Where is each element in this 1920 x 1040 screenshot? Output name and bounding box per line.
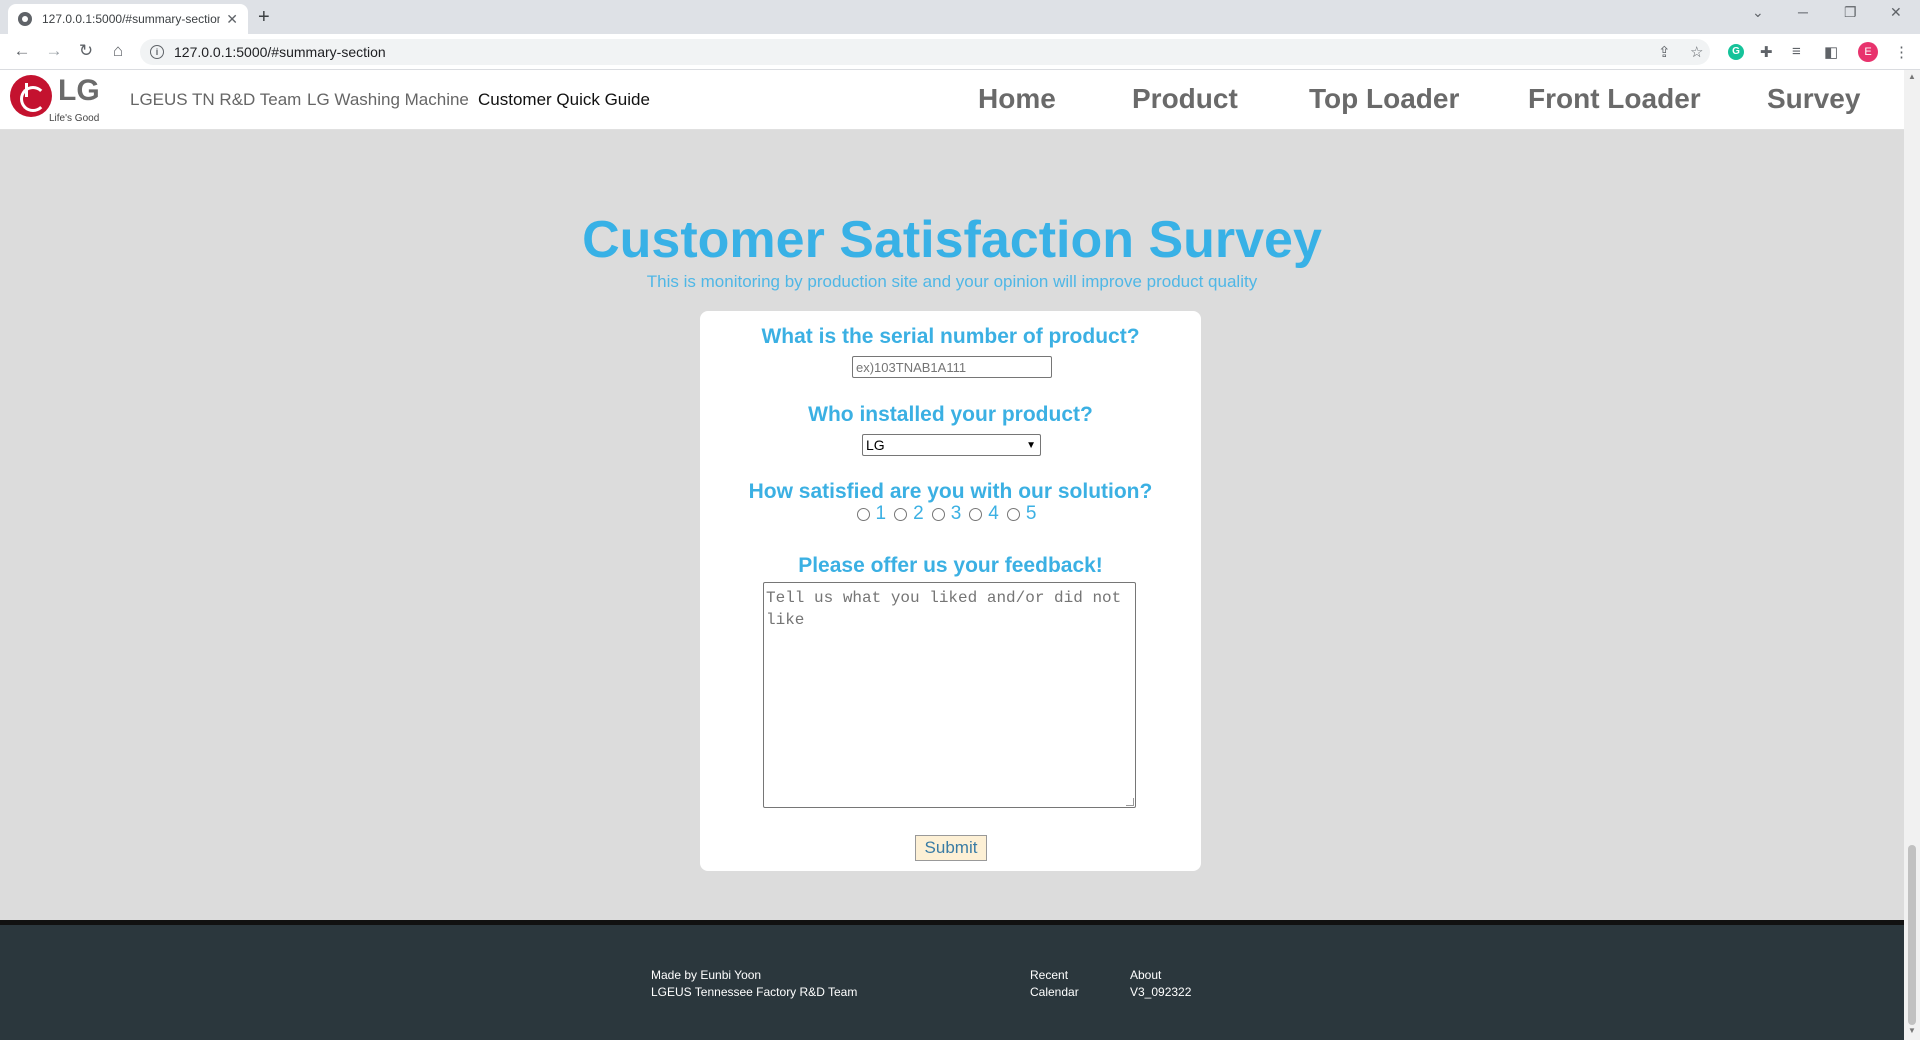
survey-form-card: What is the serial number of product? Wh…: [700, 311, 1201, 871]
restore-icon[interactable]: ❐: [1844, 4, 1857, 21]
feedback-question: Please offer us your feedback!: [798, 554, 1103, 577]
page-scrollbar[interactable]: ▲ ▼: [1904, 70, 1920, 1040]
reload-icon[interactable]: ↻: [74, 41, 98, 61]
minimize-icon[interactable]: ─: [1798, 4, 1808, 20]
rating-label: 4: [988, 503, 999, 524]
logo-tagline: Life's Good: [49, 113, 100, 124]
browser-toolbar: ← → ↻ ⌂ i 127.0.0.1:5000/#summary-sectio…: [0, 34, 1920, 70]
installer-select[interactable]: LG ▼: [862, 434, 1041, 456]
serial-number-input[interactable]: [852, 356, 1052, 378]
radio-button[interactable]: [1006, 507, 1020, 521]
submit-button[interactable]: Submit: [915, 835, 987, 861]
site-footer: Made by Eunbi Yoon LGEUS Tennessee Facto…: [0, 920, 1904, 1040]
globe-icon: [18, 12, 32, 26]
rating-label: 1: [875, 503, 887, 524]
home-icon[interactable]: ⌂: [106, 41, 130, 61]
logo-text: LG: [58, 74, 100, 107]
tab-title: 127.0.0.1:5000/#summary-section: [42, 12, 221, 26]
scroll-up-icon[interactable]: ▲: [1908, 72, 1916, 81]
nav-link-quick-guide[interactable]: Customer Quick Guide: [478, 90, 650, 110]
rating-option-2[interactable]: 2: [894, 503, 924, 525]
nav-link-team[interactable]: LGEUS TN R&D Team: [130, 90, 301, 110]
feedback-textarea[interactable]: Tell us what you liked and/or did not li…: [763, 582, 1136, 808]
new-tab-icon[interactable]: +: [258, 6, 270, 29]
lg-logo-icon: [10, 75, 52, 117]
browser-tab-bar: 127.0.0.1:5000/#summary-section ✕ + ⌄ ─ …: [0, 0, 1920, 34]
nav-link-top-loader[interactable]: Top Loader: [1309, 83, 1459, 115]
close-window-icon[interactable]: ✕: [1890, 4, 1902, 21]
rating-option-4[interactable]: 4: [969, 503, 999, 525]
resize-handle-icon[interactable]: [1126, 798, 1134, 806]
site-navbar: LG Life's Good LGEUS TN R&D Team LG Wash…: [0, 70, 1904, 130]
serial-question: What is the serial number of product?: [761, 325, 1140, 348]
site-info-icon[interactable]: i: [150, 45, 164, 59]
footer-version: V3_092322: [1130, 985, 1192, 999]
scroll-down-icon[interactable]: ▼: [1908, 1026, 1916, 1035]
nav-link-survey[interactable]: Survey: [1767, 83, 1860, 115]
share-icon[interactable]: ⇪: [1658, 43, 1671, 61]
url-text[interactable]: 127.0.0.1:5000/#summary-section: [174, 44, 386, 60]
feedback-placeholder: Tell us what you liked and/or did not li…: [766, 589, 1122, 629]
extensions-puzzle-icon[interactable]: ✚: [1760, 43, 1773, 61]
bookmark-star-icon[interactable]: ☆: [1690, 43, 1703, 61]
lg-logo[interactable]: LG: [10, 75, 100, 117]
footer-made-by: Made by Eunbi Yoon: [651, 968, 762, 982]
rating-option-5[interactable]: 5: [1006, 503, 1037, 525]
rating-label: 3: [950, 503, 962, 524]
satisfaction-question: How satisfied are you with our solution?: [748, 480, 1153, 503]
browser-tab[interactable]: 127.0.0.1:5000/#summary-section ✕: [8, 4, 248, 34]
nav-link-front-loader[interactable]: Front Loader: [1528, 83, 1701, 115]
back-icon[interactable]: ←: [10, 41, 34, 61]
radio-button[interactable]: [969, 507, 983, 521]
nav-link-washing-machine[interactable]: LG Washing Machine: [307, 90, 469, 110]
rating-radio-group: 1 2 3 4 5: [700, 503, 1201, 525]
chevron-down-icon: ▼: [1026, 439, 1036, 451]
radio-button[interactable]: [894, 507, 908, 521]
footer-org: LGEUS Tennessee Factory R&D Team: [651, 985, 858, 999]
rating-label: 2: [913, 503, 924, 524]
footer-link-about[interactable]: About: [1130, 967, 1161, 984]
footer-link-calendar[interactable]: Calendar: [1030, 984, 1079, 1001]
tab-search-icon[interactable]: ⌄: [1752, 4, 1764, 21]
forward-icon[interactable]: →: [42, 41, 66, 61]
footer-link-recent[interactable]: Recent: [1030, 967, 1068, 984]
survey-title: Customer Satisfaction Survey: [582, 211, 1322, 269]
survey-subtitle: This is monitoring by production site an…: [646, 272, 1258, 291]
rating-label: 5: [1025, 503, 1037, 524]
scroll-thumb[interactable]: [1908, 845, 1916, 1025]
address-bar[interactable]: i 127.0.0.1:5000/#summary-section: [140, 39, 1710, 65]
rating-option-3[interactable]: 3: [931, 503, 962, 525]
radio-button[interactable]: [856, 507, 870, 521]
installer-question: Who installed your product?: [808, 403, 1093, 426]
grammarly-extension-icon[interactable]: G: [1728, 44, 1744, 60]
nav-link-home[interactable]: Home: [978, 83, 1056, 115]
reading-list-icon[interactable]: ≡: [1792, 43, 1801, 60]
close-tab-icon[interactable]: ✕: [226, 11, 238, 28]
page-viewport: LG Life's Good LGEUS TN R&D Team LG Wash…: [0, 70, 1904, 1040]
profile-avatar[interactable]: E: [1858, 42, 1878, 62]
nav-link-product[interactable]: Product: [1132, 83, 1238, 115]
radio-button[interactable]: [931, 507, 945, 521]
menu-kebab-icon[interactable]: ⋮: [1894, 43, 1909, 61]
side-panel-icon[interactable]: ◧: [1824, 43, 1838, 61]
installer-select-value: LG: [866, 437, 885, 453]
rating-option-1[interactable]: 1: [856, 503, 887, 525]
